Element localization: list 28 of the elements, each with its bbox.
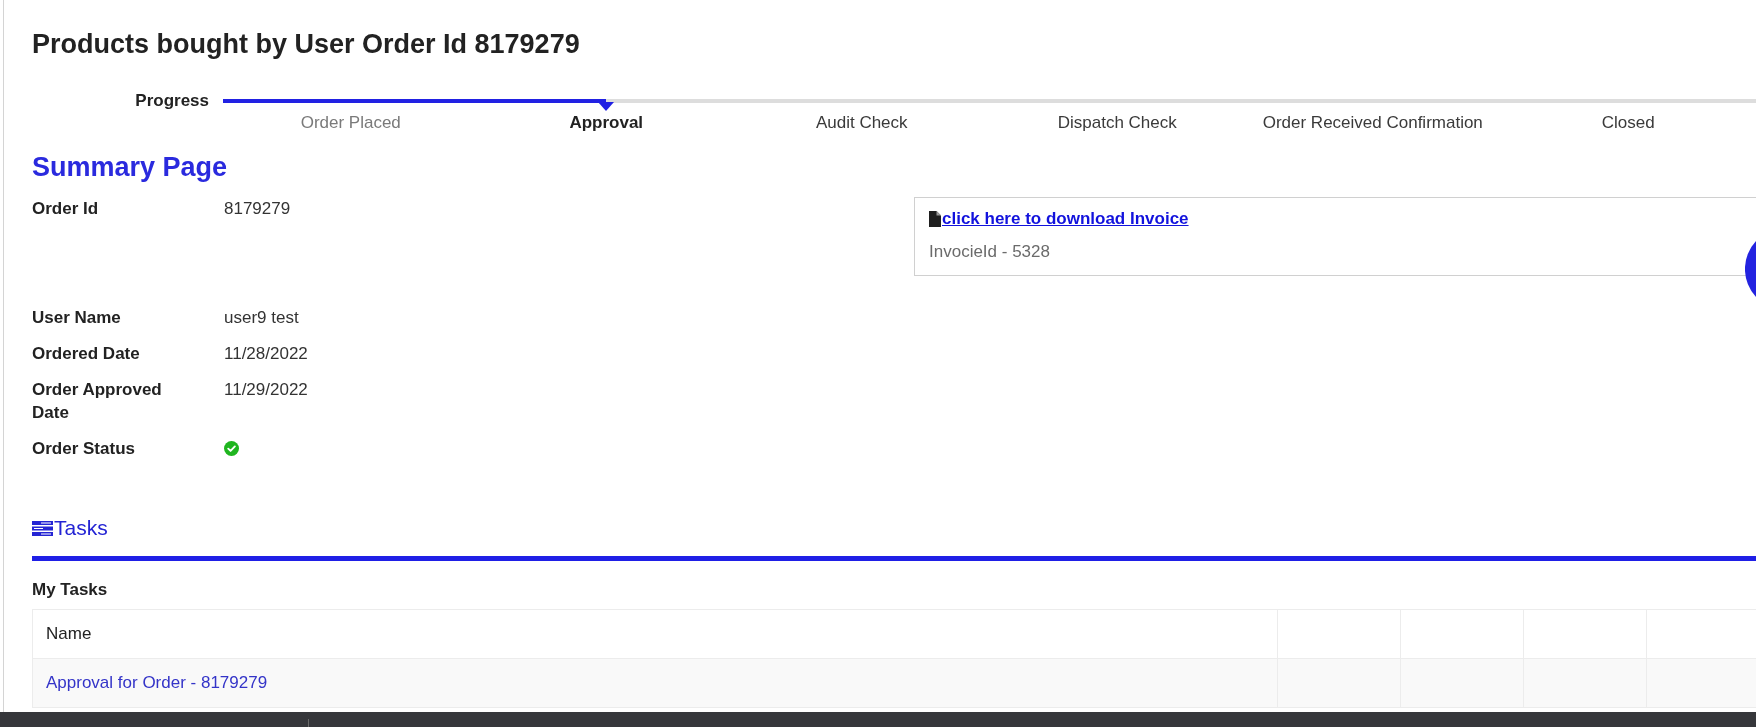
field-label: User Name bbox=[32, 307, 122, 329]
floating-button[interactable] bbox=[1745, 241, 1756, 297]
step-label: Order Placed bbox=[300, 112, 401, 134]
task-list-icon bbox=[32, 520, 53, 536]
step-label: Approval bbox=[569, 112, 644, 134]
document-icon bbox=[929, 211, 941, 227]
field-value: 8179279 bbox=[224, 198, 291, 220]
field-value: 11/28/2022 bbox=[224, 343, 308, 365]
step-label: Audit Check bbox=[815, 112, 908, 134]
progress-label: Progress bbox=[135, 90, 209, 112]
field-value: user9 test bbox=[224, 307, 299, 329]
step-label: Closed bbox=[1601, 112, 1655, 134]
field-label: Order Id bbox=[32, 198, 100, 220]
field-label: Order Approved Date bbox=[32, 379, 163, 424]
field-value: 11/29/2022 bbox=[224, 379, 308, 401]
invoice-id-text: InvocieId - 5328 bbox=[929, 242, 1050, 261]
subsection-title: My Tasks bbox=[32, 579, 109, 601]
page-title: Products bought by User Order Id 8179279 bbox=[32, 28, 581, 60]
step-label: Dispatch Check bbox=[1057, 112, 1177, 134]
pointer-icon bbox=[598, 102, 615, 111]
column-header: Name bbox=[46, 623, 92, 645]
download-invoice-link[interactable]: click here to download Invoice bbox=[942, 207, 1189, 231]
field-label: Ordered Date bbox=[32, 343, 141, 365]
task-link[interactable]: Approval for Order - 8179279 bbox=[46, 672, 268, 694]
field-label: Order Status bbox=[32, 438, 136, 460]
step-label: Order Received Confirmation bbox=[1262, 112, 1483, 134]
tasks-heading: Tasks bbox=[54, 515, 108, 541]
section-heading: Summary Page bbox=[32, 151, 229, 183]
